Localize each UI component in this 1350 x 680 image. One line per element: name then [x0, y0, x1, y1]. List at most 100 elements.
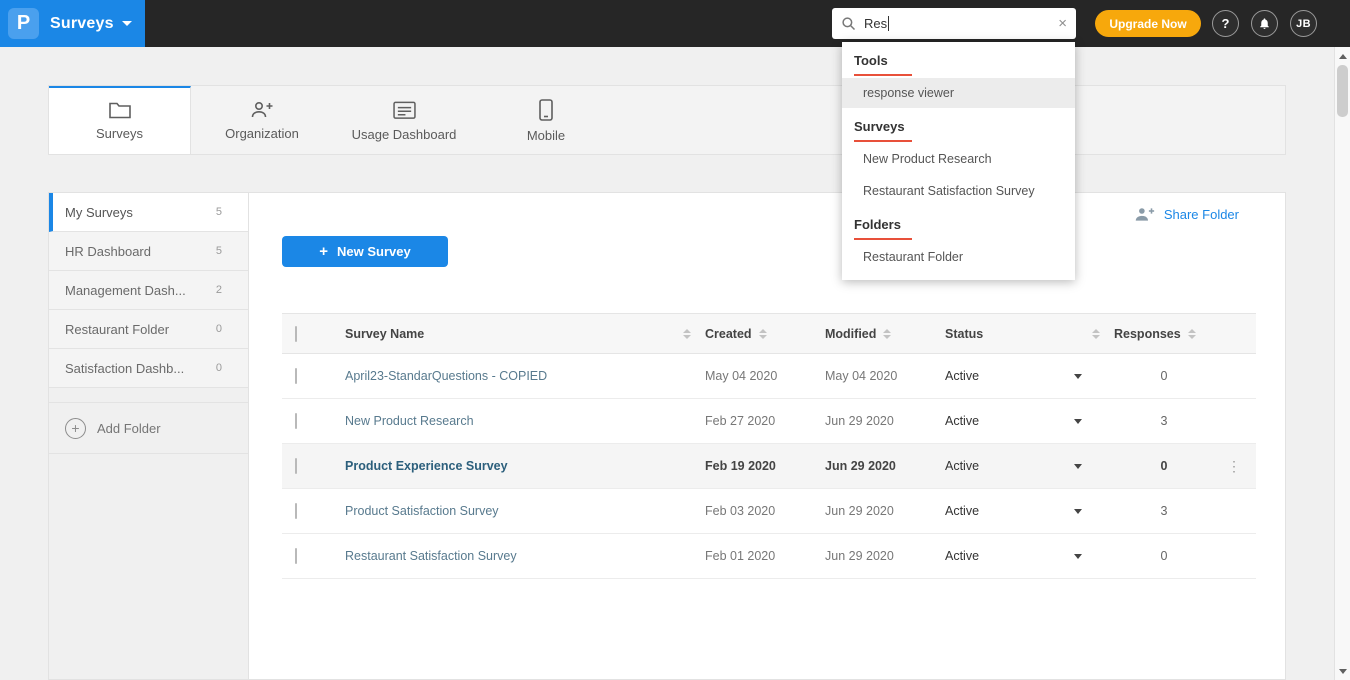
dashboard-icon [392, 101, 416, 120]
table-header-row: Survey Name Created Modified Status Resp… [282, 313, 1256, 354]
suggestion-restaurant-satisfaction-survey[interactable]: Restaurant Satisfaction Survey [842, 176, 1075, 206]
search-input[interactable]: Res × [832, 8, 1076, 39]
header-checkbox-cell [282, 325, 332, 342]
tab-label: Mobile [526, 128, 566, 143]
add-folder-button[interactable]: + Add Folder [49, 402, 248, 454]
header-responses[interactable]: Responses [1114, 327, 1214, 341]
survey-name-link[interactable]: Product Satisfaction Survey [345, 504, 499, 518]
tab-label: Surveys [96, 126, 143, 141]
tab-surveys[interactable]: Surveys [49, 86, 191, 154]
status-value: Active [945, 504, 980, 518]
folder-count: 2 [215, 284, 222, 296]
page-scrollbar[interactable] [1334, 47, 1350, 680]
row-checkbox[interactable] [295, 548, 297, 564]
created-date: Feb 19 2020 [705, 459, 776, 473]
suggestion-response-viewer[interactable]: response viewer [842, 78, 1075, 108]
folders-sidebar: My Surveys 5 HR Dashboard 5 Management D… [49, 193, 249, 679]
folder-label: My Surveys [65, 204, 133, 220]
brand-logo: P [8, 8, 39, 39]
suggestion-new-product-research[interactable]: New Product Research [842, 144, 1075, 174]
status-value: Active [945, 549, 980, 563]
product-title: Surveys [50, 14, 114, 32]
sidebar-item-restaurant-folder[interactable]: Restaurant Folder 0 [49, 310, 248, 349]
row-checkbox[interactable] [295, 368, 297, 384]
scroll-down-arrow-icon[interactable] [1335, 664, 1350, 678]
survey-name-link[interactable]: New Product Research [345, 414, 474, 428]
tab-label: Organization [225, 126, 299, 141]
sidebar-item-management-dashboard[interactable]: Management Dash... 2 [49, 271, 248, 310]
sort-icon[interactable] [883, 328, 892, 339]
modified-date: Jun 29 2020 [825, 504, 894, 518]
sidebar-item-satisfaction-dashboard[interactable]: Satisfaction Dashb... 0 [49, 349, 248, 388]
clear-search-icon[interactable]: × [1058, 16, 1067, 31]
sort-icon[interactable] [683, 328, 691, 339]
sort-icon[interactable] [1092, 328, 1100, 339]
tab-mobile[interactable]: Mobile [475, 86, 617, 154]
suggestion-restaurant-folder[interactable]: Restaurant Folder [842, 242, 1075, 272]
dropdown-section-folders: Folders [842, 206, 1075, 240]
help-button[interactable]: ? [1212, 10, 1239, 37]
scroll-up-arrow-icon[interactable] [1335, 49, 1350, 63]
survey-name-link[interactable]: Restaurant Satisfaction Survey [345, 549, 517, 563]
header-status[interactable]: Status [945, 327, 1114, 341]
avatar-initials: JB [1296, 17, 1311, 30]
created-date: Feb 01 2020 [705, 549, 776, 563]
sort-icon[interactable] [758, 328, 767, 339]
search-suggestions-dropdown: Tools response viewer Surveys New Produc… [842, 42, 1075, 280]
status-dropdown-caret-icon[interactable] [1074, 463, 1082, 469]
row-checkbox[interactable] [295, 458, 297, 474]
new-survey-button[interactable]: + New Survey [282, 236, 448, 267]
table-row: New Product Research Feb 27 2020 Jun 29 … [282, 399, 1256, 444]
plus-circle-icon: + [65, 417, 86, 439]
row-checkbox[interactable] [295, 503, 297, 519]
header-modified[interactable]: Modified [825, 327, 945, 341]
folder-count: 0 [215, 323, 222, 335]
surveys-panel: Share Folder + New Survey Survey Name Cr… [249, 193, 1285, 679]
table-row: Restaurant Satisfaction Survey Feb 01 20… [282, 534, 1256, 579]
notifications-button[interactable] [1251, 10, 1278, 37]
dropdown-section-surveys: Surveys [842, 108, 1075, 142]
status-dropdown-caret-icon[interactable] [1074, 553, 1082, 559]
status-value: Active [945, 459, 980, 473]
folder-icon [108, 101, 131, 119]
modified-date: May 04 2020 [825, 369, 898, 383]
folder-count: 5 [215, 206, 222, 218]
plus-icon: + [319, 243, 329, 260]
header-survey-name[interactable]: Survey Name [332, 327, 705, 341]
tab-organization[interactable]: Organization [191, 86, 333, 154]
share-folder-button[interactable]: Share Folder [1134, 207, 1239, 222]
search-query-text: Res [864, 16, 888, 31]
folder-label: Management Dash... [65, 282, 186, 298]
main-nav-tabs: Surveys Organization Usage Dashboard Mob… [48, 85, 1286, 155]
status-dropdown-caret-icon[interactable] [1074, 418, 1082, 424]
user-avatar[interactable]: JB [1290, 10, 1317, 37]
product-switcher[interactable]: P Surveys [0, 0, 145, 47]
folder-label: HR Dashboard [65, 243, 151, 259]
row-checkbox[interactable] [295, 413, 297, 429]
created-date: Feb 03 2020 [705, 504, 776, 518]
upgrade-now-button[interactable]: Upgrade Now [1095, 10, 1201, 37]
header-created[interactable]: Created [705, 327, 825, 341]
responses-count: 0 [1160, 369, 1168, 383]
dropdown-section-tools: Tools [842, 42, 1075, 76]
row-menu-kebab-icon[interactable]: ⋮ [1214, 458, 1256, 475]
select-all-checkbox[interactable] [295, 325, 297, 342]
bell-icon [1258, 17, 1271, 30]
tab-usage-dashboard[interactable]: Usage Dashboard [333, 86, 475, 154]
people-plus-icon [250, 101, 274, 119]
created-date: Feb 27 2020 [705, 414, 776, 428]
survey-name-link[interactable]: Product Experience Survey [345, 459, 508, 473]
folder-label: Restaurant Folder [65, 321, 170, 337]
survey-name-link[interactable]: April23-StandarQuestions - COPIED [345, 369, 547, 383]
status-value: Active [945, 369, 980, 383]
status-dropdown-caret-icon[interactable] [1074, 373, 1082, 379]
sidebar-item-hr-dashboard[interactable]: HR Dashboard 5 [49, 232, 248, 271]
chevron-down-icon [121, 21, 132, 26]
sort-icon[interactable] [1187, 328, 1196, 339]
status-dropdown-caret-icon[interactable] [1074, 508, 1082, 514]
created-date: May 04 2020 [705, 369, 778, 383]
folder-count: 5 [215, 245, 222, 257]
main-content-card: My Surveys 5 HR Dashboard 5 Management D… [48, 192, 1286, 680]
sidebar-item-my-surveys[interactable]: My Surveys 5 [49, 193, 248, 232]
scrollbar-thumb[interactable] [1337, 65, 1348, 117]
